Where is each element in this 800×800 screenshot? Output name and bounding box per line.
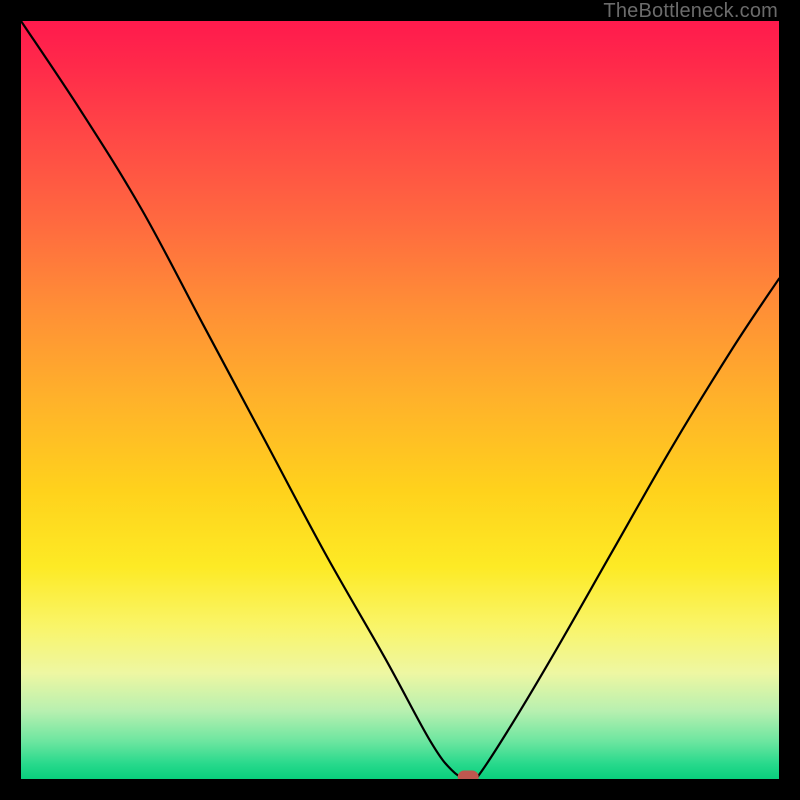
chart-stage: TheBottleneck.com — [0, 0, 800, 800]
bottleneck-marker — [458, 771, 478, 779]
plot-area — [21, 21, 779, 779]
bottleneck-curve — [21, 21, 779, 779]
watermark-text: TheBottleneck.com — [603, 0, 778, 23]
curve-svg — [21, 21, 779, 779]
